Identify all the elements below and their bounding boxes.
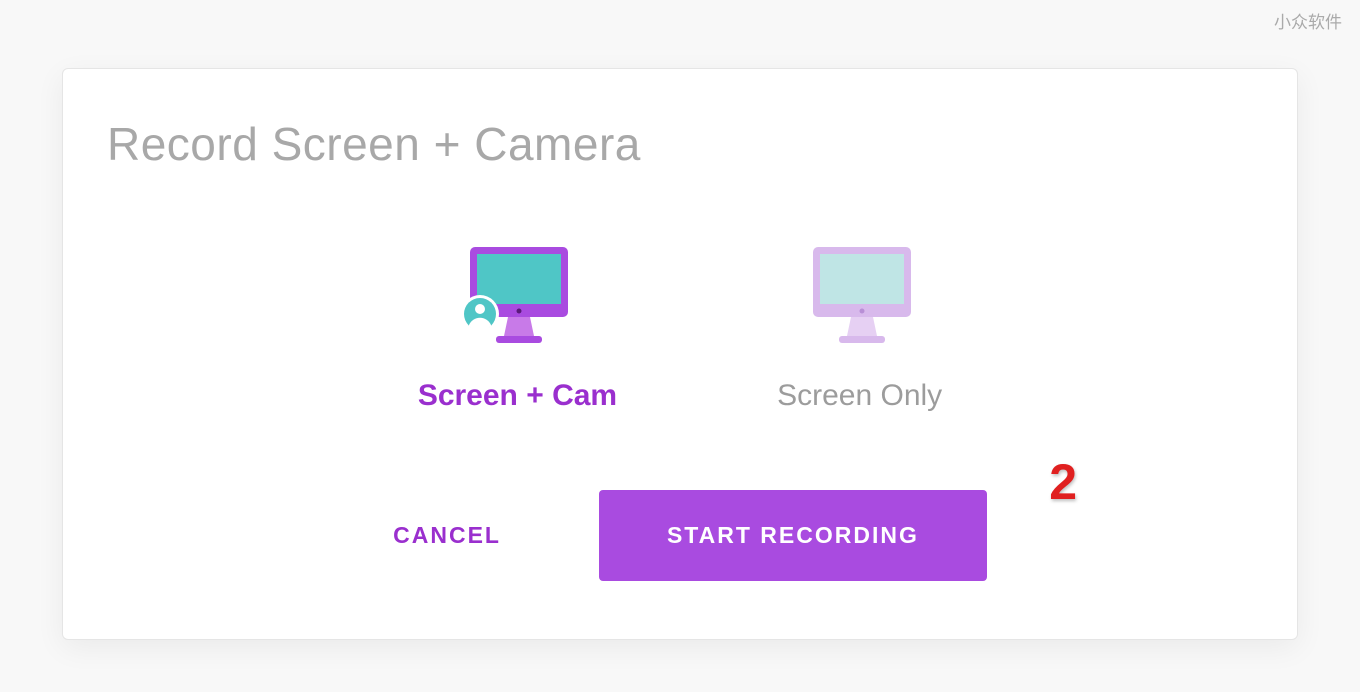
option-screen-cam[interactable]: Screen + Cam xyxy=(418,241,617,413)
option-screen-only[interactable]: Screen Only xyxy=(777,241,942,413)
step-annotation: 2 xyxy=(1049,453,1077,511)
watermark-text: 小众软件 xyxy=(1274,8,1342,33)
option-label: Screen + Cam xyxy=(418,379,617,413)
screen-cam-icon xyxy=(452,241,582,361)
option-label: Screen Only xyxy=(777,379,942,413)
dialog-title: Record Screen + Camera xyxy=(107,117,641,171)
record-dialog: Record Screen + Camera xyxy=(62,68,1298,640)
dialog-buttons: CANCEL START RECORDING xyxy=(63,490,1297,581)
cancel-button[interactable]: CANCEL xyxy=(373,512,521,559)
start-recording-button[interactable]: START RECORDING xyxy=(599,490,987,581)
recording-options: Screen + Cam Screen Only xyxy=(63,241,1297,413)
screen-only-icon xyxy=(795,241,925,361)
